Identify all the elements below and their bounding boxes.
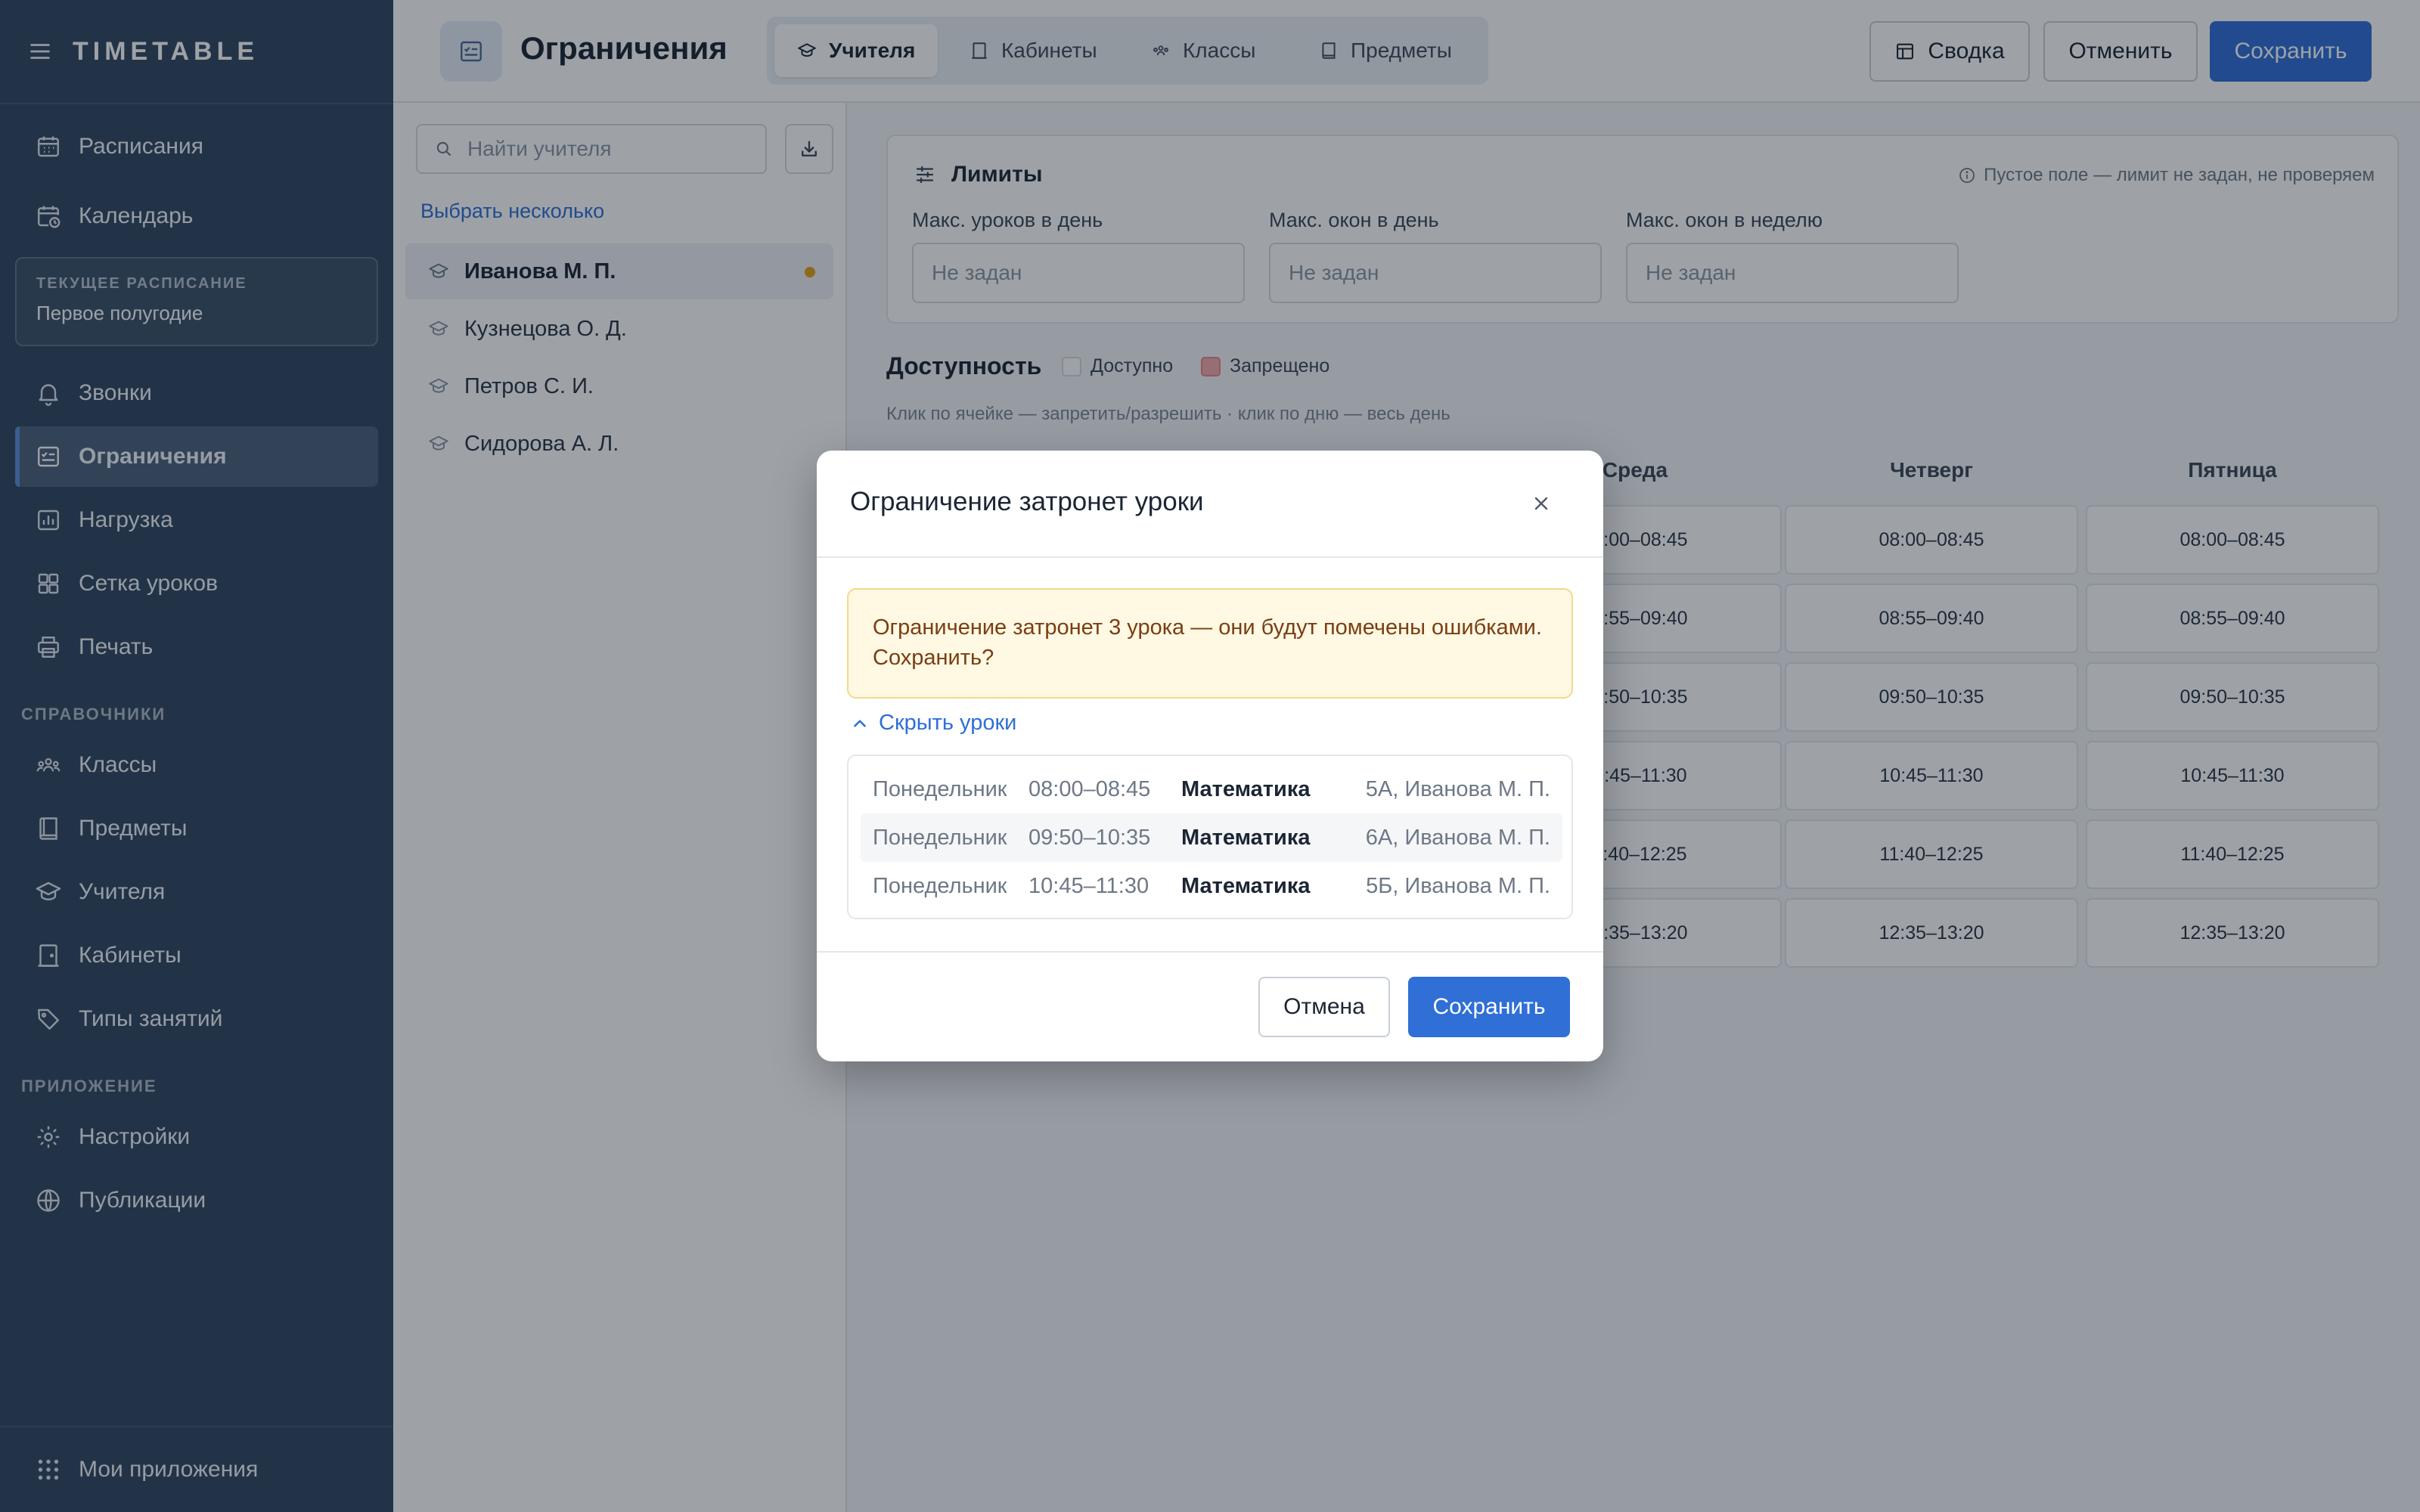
lesson-subject: Математика [1181, 777, 1311, 801]
lesson-row: Понедельник 09:50–10:35 Математика 6А, И… [861, 813, 1562, 862]
affected-lessons-dialog: Ограничение затронет уроки Ограничение з… [817, 451, 1603, 1061]
lesson-subject: Математика [1181, 826, 1311, 850]
dialog-header: Ограничение затронет уроки [817, 451, 1603, 558]
lesson-group: 5Б, Иванова М. П. [1366, 874, 1550, 898]
dialog-footer-divider [817, 951, 1603, 953]
affected-lessons-list: Понедельник 08:00–08:45 Математика 5А, И… [847, 754, 1573, 919]
lesson-time: 09:50–10:35 [1028, 826, 1151, 850]
lesson-row: Понедельник 10:45–11:30 Математика 5Б, И… [861, 862, 1562, 910]
close-button[interactable] [1522, 484, 1561, 523]
lesson-row: Понедельник 08:00–08:45 Математика 5А, И… [861, 765, 1562, 813]
lesson-time: 08:00–08:45 [1028, 777, 1151, 801]
lesson-group: 5А, Иванова М. П. [1365, 777, 1550, 801]
dialog-save-button[interactable]: Сохранить [1408, 977, 1570, 1037]
lesson-day: Понедельник [873, 777, 1007, 801]
chevron-up-icon [850, 714, 870, 733]
lesson-time: 10:45–11:30 [1028, 874, 1150, 898]
lesson-subject: Математика [1181, 874, 1311, 898]
dialog-title: Ограничение затронет уроки [850, 487, 1204, 516]
hide-lessons-label: Скрыть уроки [879, 711, 1017, 735]
hide-lessons-toggle[interactable]: Скрыть уроки [850, 711, 1016, 736]
dialog-cancel-button[interactable]: Отмена [1258, 977, 1390, 1037]
warning-message: Ограничение затронет 3 урока — они будут… [847, 588, 1573, 699]
lesson-day: Понедельник [873, 826, 1007, 850]
lesson-day: Понедельник [873, 874, 1007, 898]
lesson-group: 6А, Иванова М. П. [1365, 826, 1550, 850]
close-icon [1531, 493, 1552, 514]
